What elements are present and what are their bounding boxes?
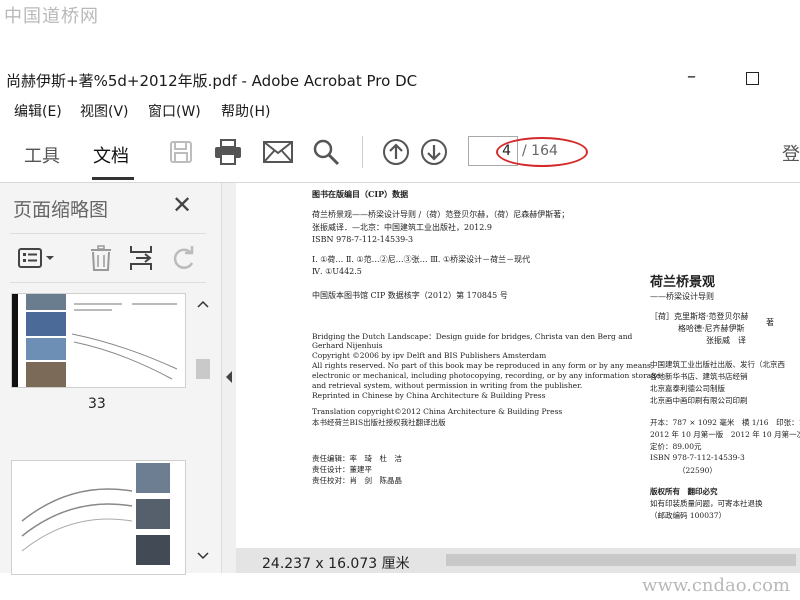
book-title: 荷兰桥景观 [650, 275, 716, 290]
menu-help[interactable]: 帮助(H) [221, 101, 270, 121]
translation-line: Translation copyright©2012 China Archite… [312, 407, 563, 416]
thumbnail-tools [10, 233, 206, 283]
menu-edit[interactable]: 编辑(E) [14, 101, 62, 121]
english-line: and retrieval system, without permission… [312, 381, 583, 390]
page-size-label: 24.237 x 16.073 厘米 [262, 556, 410, 572]
toolbar-separator [362, 136, 363, 168]
next-page-icon[interactable] [418, 136, 450, 168]
window-title: 尚赫伊斯+著%5d+2012年版.pdf - Adobe Acrobat Pro… [6, 72, 418, 90]
tab-document[interactable]: 文档 [93, 142, 129, 168]
horizontal-scrollbar[interactable] [446, 554, 796, 566]
publisher-line: 北京画中画印刷有限公司印刷 [650, 396, 748, 405]
minimize-button[interactable]: – [687, 66, 696, 87]
tab-tools[interactable]: 工具 [24, 142, 60, 168]
english-line: Reprinted in Chinese by China Architectu… [312, 391, 546, 400]
watermark-top: 中国道桥网 [4, 6, 99, 27]
spec-line: ISBN 978-7-112-14539-3 [650, 453, 745, 462]
rights-line: 如有印装质量问题，可寄本社退换 [650, 499, 763, 508]
author-suffix: 著 [766, 318, 774, 327]
search-icon[interactable] [310, 136, 342, 168]
cip-title: 图书在版编目（CIP）数据 [312, 189, 409, 199]
publisher-line: 各地新华书店、建筑书店经销 [650, 372, 748, 381]
highlight-ellipse [496, 137, 588, 167]
english-line: All rights reserved. No part of this boo… [312, 361, 654, 370]
cip-data-line: 中国版本图书馆 CIP 数据核字（2012）第 170845 号 [312, 291, 508, 300]
thumbnail-list[interactable]: 33 [0, 293, 221, 575]
publisher-line: 北京嘉泰利德公司制版 [650, 384, 725, 393]
spec-line: （22590） [678, 466, 717, 475]
page-thumbnail[interactable] [11, 460, 186, 575]
rights-line: （邮政编码 100037） [650, 511, 727, 520]
save-icon[interactable] [165, 136, 197, 168]
book-subtitle: ——桥梁设计导则 [650, 292, 714, 301]
sign-in-label[interactable]: 登 [782, 140, 800, 166]
thumbnail-page-number: 33 [88, 396, 106, 412]
insert-page-icon[interactable] [125, 242, 157, 274]
panel-collapse-handle[interactable] [222, 183, 236, 573]
rights-line: 版权所有 翻印必究 [650, 487, 718, 496]
menu-bar: 编辑(E) 视图(V) 窗口(W) 帮助(H) [0, 98, 800, 122]
translation-line: 本书经荷兰BIS出版社授权我社翻译出版 [312, 418, 446, 427]
spec-line: 2012 年 10 月第一版 2012 年 10 月第一次印 [650, 430, 800, 439]
page-thumbnail[interactable] [11, 293, 186, 388]
print-icon[interactable] [212, 136, 244, 168]
panel-title: 页面缩略图 [13, 199, 109, 221]
editor-line: 责任设计：董建平 [312, 465, 372, 474]
status-bar: 24.237 x 16.073 厘米 [236, 548, 800, 573]
editor-line: 责任编辑：率 琦 杜 洁 [312, 454, 402, 463]
editor-line: 责任校对：肖 剑 陈晶晶 [312, 476, 402, 485]
delete-icon[interactable] [85, 242, 117, 274]
previous-page-icon[interactable] [380, 136, 412, 168]
document-view[interactable]: 图书在版编目（CIP）数据 荷兰桥景观——桥梁设计导则 /（荷）范登贝尔赫，（荷… [236, 183, 800, 548]
english-line: electronic or mechanical, including phot… [312, 371, 661, 380]
toolbar: 工具 文档 4 / 164 登 [0, 124, 800, 183]
english-line: Copyright ©2006 by ipv Delft and BIS Pub… [312, 351, 547, 360]
english-line: Gerhard Nijenhuis [312, 341, 383, 350]
cip-line: 张振威译．—北京：中国建筑工业出版社，2012.9 [312, 223, 492, 232]
publisher-line: 中国建筑工业出版社出版、发行（北京西 [650, 360, 785, 369]
thumbnail-panel: 页面缩略图 ✕ 33 [0, 183, 222, 575]
maximize-button[interactable] [746, 72, 759, 85]
cip-line: Ⅳ. ①U442.5 [312, 267, 362, 276]
author-line: 张振威 译 [706, 336, 746, 345]
menu-window[interactable]: 窗口(W) [148, 101, 201, 121]
active-tab-indicator [92, 177, 134, 180]
cip-line: Ⅰ. ①荷… Ⅱ. ①范…②尼…③张… Ⅲ. ①桥梁设计－荷兰－现代 [312, 255, 531, 264]
author-line: 格哈德·尼齐赫伊斯 [678, 324, 745, 333]
spec-line: 定价：89.00元 [650, 442, 702, 451]
cip-line: ISBN 978-7-112-14539-3 [312, 235, 414, 244]
email-icon[interactable] [262, 136, 294, 168]
watermark-bottom: www.cndao.com [642, 575, 790, 596]
thumbnail-options-icon[interactable] [16, 242, 58, 274]
author-line: ［荷］克里斯塔·范登贝尔赫 [650, 312, 749, 321]
cip-line: 荷兰桥景观——桥梁设计导则 /（荷）范登贝尔赫，（荷）尼森赫伊斯著； [312, 210, 570, 219]
spec-line: 开本：787 × 1092 毫米 横 1/16 印张：10 [650, 418, 800, 427]
close-icon[interactable]: ✕ [172, 191, 192, 219]
menu-view[interactable]: 视图(V) [80, 101, 129, 121]
rotate-icon[interactable] [168, 242, 200, 274]
thumbnail-scrollbar[interactable] [194, 295, 212, 565]
